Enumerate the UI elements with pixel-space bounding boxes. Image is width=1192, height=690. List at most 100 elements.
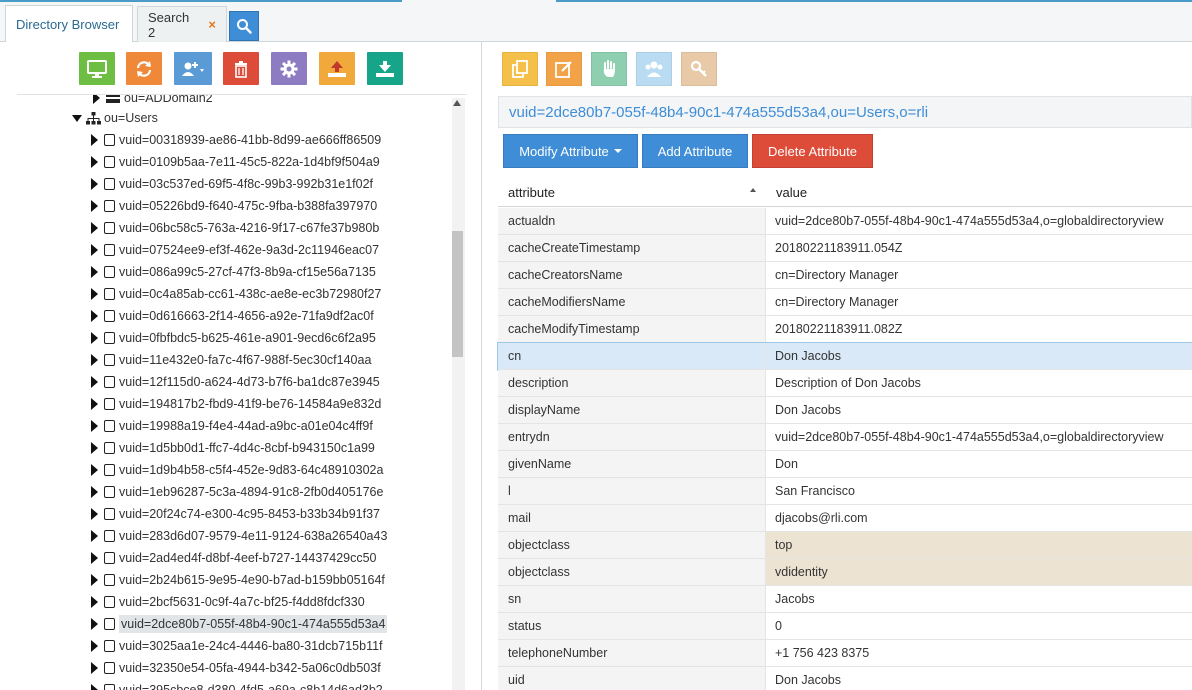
expand-arrow-icon[interactable] bbox=[91, 596, 98, 608]
table-row[interactable]: telephoneNumber +1 756 423 8375 bbox=[498, 640, 1192, 667]
expand-arrow-icon[interactable] bbox=[91, 464, 98, 476]
table-row[interactable]: actualdn vuid=2dce80b7-055f-48b4-90c1-474… bbox=[498, 208, 1192, 235]
expand-arrow-icon[interactable] bbox=[91, 222, 98, 234]
table-row[interactable]: cn Don Jacobs bbox=[497, 342, 1192, 371]
password-button[interactable] bbox=[681, 52, 717, 86]
expand-arrow-icon[interactable] bbox=[91, 420, 98, 432]
table-row[interactable]: status 0 bbox=[498, 613, 1192, 640]
expand-arrow-icon[interactable] bbox=[91, 288, 98, 300]
expand-arrow-icon[interactable] bbox=[91, 310, 98, 322]
table-row[interactable]: givenName Don bbox=[498, 451, 1192, 478]
tree-node[interactable]: vuid=283d6d07-9579-4e11-9124-638a26540a4… bbox=[91, 525, 467, 547]
table-row[interactable]: entrydn vuid=2dce80b7-055f-48b4-90c1-474a… bbox=[498, 424, 1192, 451]
expand-arrow-icon[interactable] bbox=[91, 574, 98, 586]
tree-node[interactable]: vuid=00318939-ae86-41bb-8d99-ae666ff8650… bbox=[91, 129, 467, 151]
table-row[interactable]: cacheCreatorsName cn=Directory Manager bbox=[498, 262, 1192, 289]
tree-node[interactable]: vuid=1d9b4b58-c5f4-452e-9d83-64c48910302… bbox=[91, 459, 467, 481]
attribute-value-cell[interactable]: Don Jacobs bbox=[766, 343, 1192, 369]
monitor-button[interactable] bbox=[79, 52, 115, 85]
tree-node[interactable]: vuid=0fbfbdc5-b625-461e-a901-9ecd6c6f2a9… bbox=[91, 327, 467, 349]
expand-arrow-icon[interactable] bbox=[91, 332, 98, 344]
attribute-value-cell[interactable]: Don bbox=[766, 451, 1192, 477]
tree-node[interactable]: vuid=2bcf5631-0c9f-4a7c-bf25-f4dd8fdcf33… bbox=[91, 591, 467, 613]
attribute-value-cell[interactable]: top bbox=[766, 532, 1192, 558]
attribute-name-cell[interactable]: objectclass bbox=[498, 559, 766, 585]
collapse-arrow-icon[interactable] bbox=[72, 114, 82, 122]
table-row[interactable]: displayName Don Jacobs bbox=[498, 397, 1192, 424]
attribute-value-cell[interactable]: +1 756 423 8375 bbox=[766, 640, 1192, 666]
group-button[interactable] bbox=[636, 52, 672, 86]
expand-arrow-icon[interactable] bbox=[91, 178, 98, 190]
attribute-value-cell[interactable]: vuid=2dce80b7-055f-48b4-90c1-474a555d53a… bbox=[766, 208, 1192, 234]
expand-arrow-icon[interactable] bbox=[91, 244, 98, 256]
tree-node-users[interactable]: ou=Users bbox=[72, 107, 467, 129]
expand-arrow-icon[interactable] bbox=[91, 486, 98, 498]
edit-button[interactable] bbox=[546, 52, 582, 86]
attribute-name-cell[interactable]: sn bbox=[498, 586, 766, 612]
expand-arrow-icon[interactable] bbox=[91, 508, 98, 520]
table-row[interactable]: sn Jacobs bbox=[498, 586, 1192, 613]
attribute-value-cell[interactable]: Description of Don Jacobs bbox=[766, 370, 1192, 396]
download-button[interactable] bbox=[367, 52, 403, 85]
tree-node[interactable]: vuid=2ad4ed4f-d8bf-4eef-b727-14437429cc5… bbox=[91, 547, 467, 569]
tree-node[interactable]: vuid=086a99c5-27cf-47f3-8b9a-cf15e56a713… bbox=[91, 261, 467, 283]
expand-arrow-icon[interactable] bbox=[91, 640, 98, 652]
attribute-name-cell[interactable]: l bbox=[498, 478, 766, 504]
attribute-name-cell[interactable]: mail bbox=[498, 505, 766, 531]
tree-node[interactable]: vuid=3025aa1e-24c4-4446-ba80-31dcb715b11… bbox=[91, 635, 467, 657]
tree-node[interactable]: vuid=06bc58c5-763a-4216-9f17-c67fe37b980… bbox=[91, 217, 467, 239]
attribute-value-cell[interactable]: 20180221183911.082Z bbox=[766, 316, 1192, 342]
search-button[interactable] bbox=[229, 11, 259, 41]
tree-node[interactable]: vuid=0d616663-2f14-4656-a92e-71fa9df2ac0… bbox=[91, 305, 467, 327]
attribute-value-cell[interactable]: vdidentity bbox=[766, 559, 1192, 585]
directory-tree[interactable]: ou=ADDomain2 ou=Users vuid=00318939-ae86… bbox=[17, 94, 467, 690]
table-row[interactable]: cacheModifyTimestamp 20180221183911.082Z bbox=[498, 316, 1192, 343]
table-row[interactable]: objectclass top bbox=[498, 532, 1192, 559]
attribute-name-cell[interactable]: cacheCreateTimestamp bbox=[498, 235, 766, 261]
table-row[interactable]: objectclass vdidentity bbox=[498, 559, 1192, 586]
table-row[interactable]: mail djacobs@rli.com bbox=[498, 505, 1192, 532]
attribute-value-cell[interactable]: Jacobs bbox=[766, 586, 1192, 612]
scroll-up-arrow-icon[interactable] bbox=[453, 100, 461, 106]
delete-button[interactable] bbox=[223, 52, 259, 85]
attribute-name-cell[interactable]: description bbox=[498, 370, 766, 396]
modify-attribute-button[interactable]: Modify Attribute bbox=[503, 134, 638, 168]
add-attribute-button[interactable]: Add Attribute bbox=[642, 134, 748, 168]
attribute-name-cell[interactable]: uid bbox=[498, 667, 766, 690]
tree-node[interactable]: vuid=12f115d0-a624-4d73-b7f6-ba1dc87e394… bbox=[91, 371, 467, 393]
expand-arrow-icon[interactable] bbox=[91, 376, 98, 388]
column-header-value[interactable]: value bbox=[766, 179, 1192, 207]
delete-attribute-button[interactable]: Delete Attribute bbox=[752, 134, 873, 168]
tree-node[interactable]: vuid=194817b2-fbd9-41f9-be76-14584a9e832… bbox=[91, 393, 467, 415]
tree-scrollbar[interactable] bbox=[452, 98, 465, 690]
settings-button[interactable] bbox=[271, 52, 307, 85]
attribute-value-cell[interactable]: Don Jacobs bbox=[766, 667, 1192, 690]
attribute-value-cell[interactable]: 0 bbox=[766, 613, 1192, 639]
attribute-value-cell[interactable]: 20180221183911.054Z bbox=[766, 235, 1192, 261]
attribute-name-cell[interactable]: actualdn bbox=[498, 208, 766, 234]
table-row[interactable]: description Description of Don Jacobs bbox=[498, 370, 1192, 397]
tree-node[interactable]: vuid=07524ee9-ef3f-462e-9a3d-2c11946eac0… bbox=[91, 239, 467, 261]
tree-node[interactable]: vuid=0109b5aa-7e11-45c5-822a-1d4bf9f504a… bbox=[91, 151, 467, 173]
attribute-name-cell[interactable]: telephoneNumber bbox=[498, 640, 766, 666]
attribute-name-cell[interactable]: status bbox=[498, 613, 766, 639]
tree-node[interactable]: vuid=0c4a85ab-cc61-438c-ae8e-ec3b72980f2… bbox=[91, 283, 467, 305]
attribute-value-cell[interactable]: cn=Directory Manager bbox=[766, 262, 1192, 288]
attribute-value-cell[interactable]: djacobs@rli.com bbox=[766, 505, 1192, 531]
expand-arrow-icon[interactable] bbox=[91, 266, 98, 278]
attribute-name-cell[interactable]: cacheModifyTimestamp bbox=[498, 316, 766, 342]
table-row[interactable]: l San Francisco bbox=[498, 478, 1192, 505]
close-icon[interactable]: × bbox=[208, 17, 216, 32]
attribute-value-cell[interactable]: vuid=2dce80b7-055f-48b4-90c1-474a555d53a… bbox=[766, 424, 1192, 450]
tree-node[interactable]: vuid=2dce80b7-055f-48b4-90c1-474a555d53a… bbox=[91, 613, 467, 635]
tree-scroll-thumb[interactable] bbox=[452, 231, 463, 357]
attribute-value-cell[interactable]: cn=Directory Manager bbox=[766, 289, 1192, 315]
expand-arrow-icon[interactable] bbox=[91, 442, 98, 454]
add-user-button[interactable] bbox=[174, 52, 212, 85]
tab-directory-browser[interactable]: Directory Browser bbox=[5, 5, 133, 43]
copy-button[interactable] bbox=[502, 52, 538, 86]
attribute-name-cell[interactable]: cacheCreatorsName bbox=[498, 262, 766, 288]
expand-arrow-icon[interactable] bbox=[91, 552, 98, 564]
tree-node[interactable]: vuid=20f24c74-e300-4c95-8453-b33b34b91f3… bbox=[91, 503, 467, 525]
upload-button[interactable] bbox=[319, 52, 355, 85]
